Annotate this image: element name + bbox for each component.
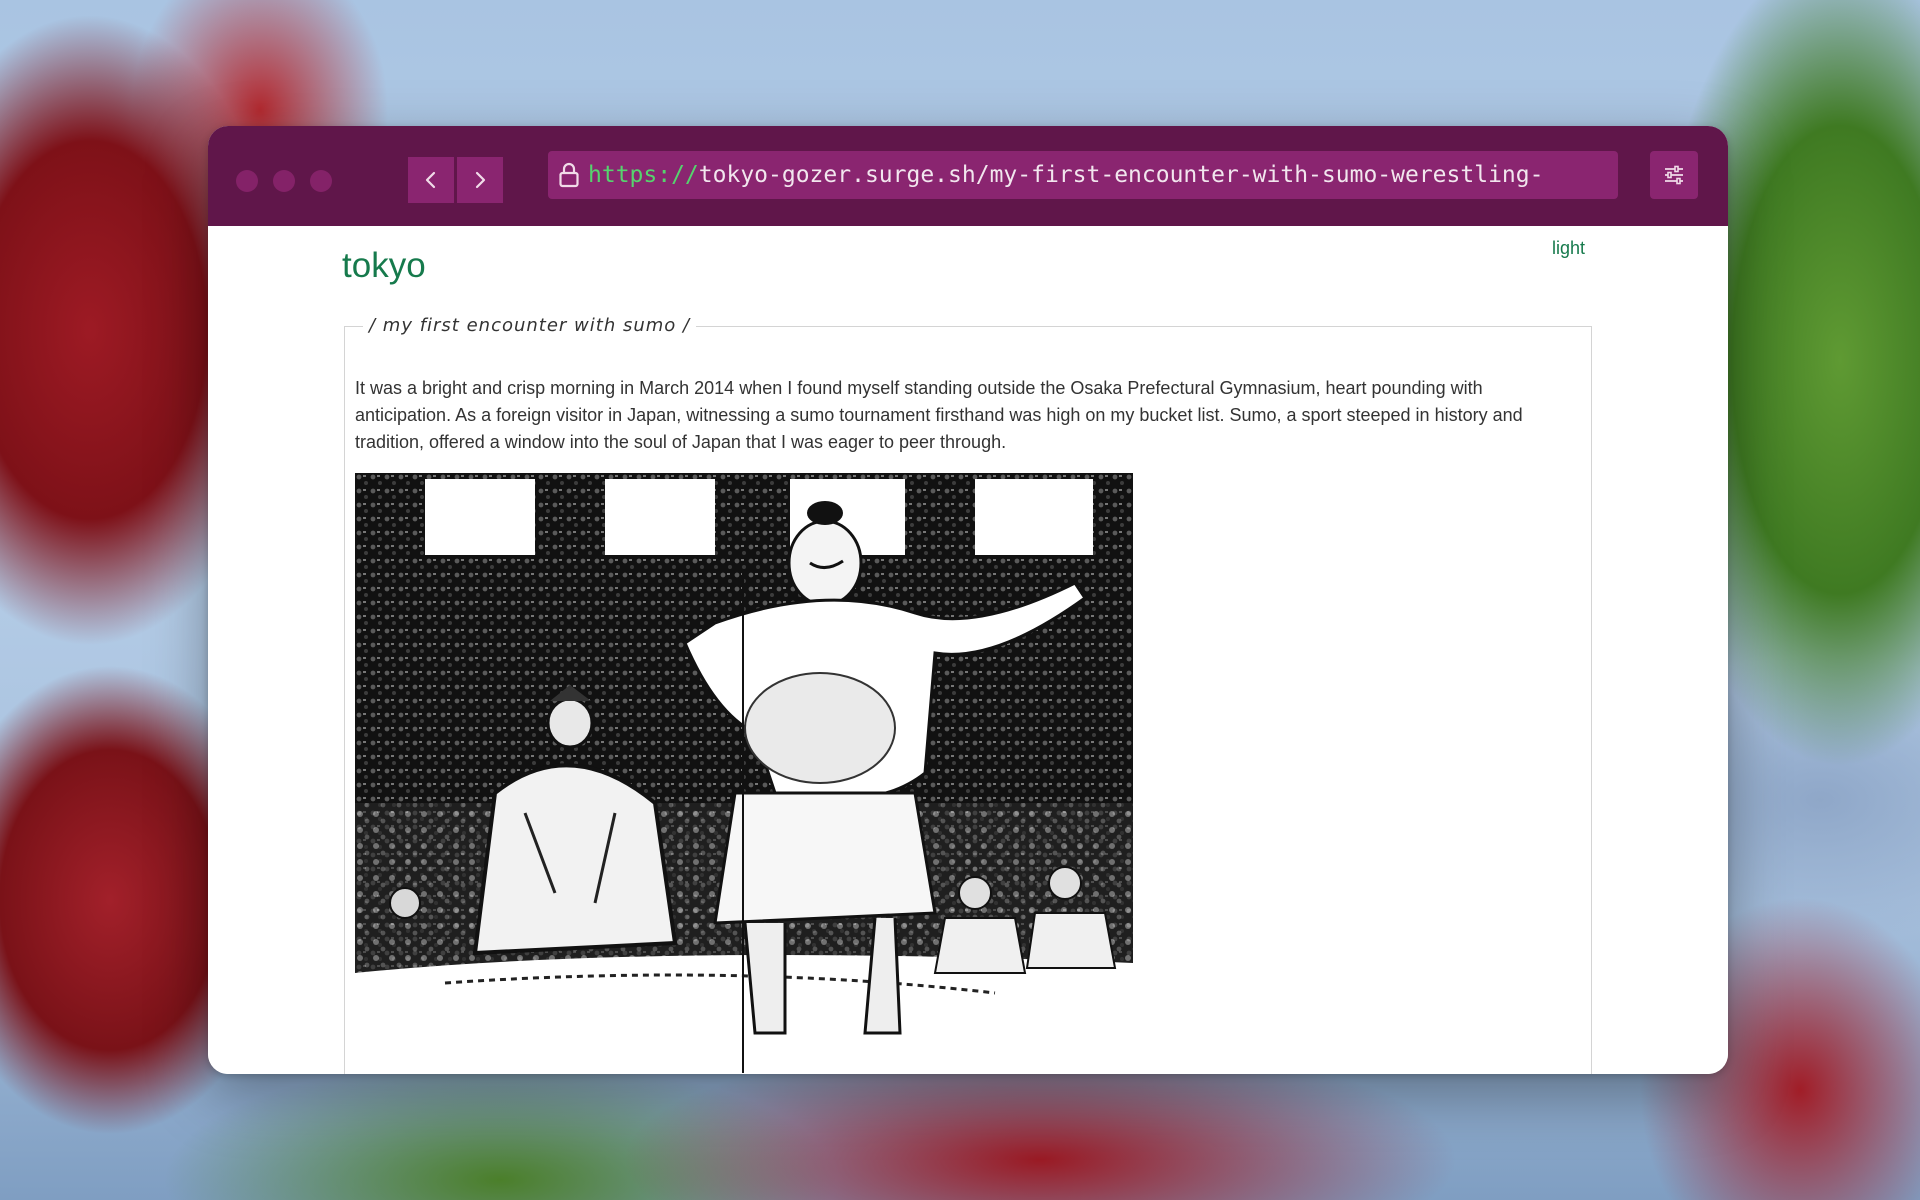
theme-toggle-link[interactable]: light — [1552, 238, 1585, 259]
article-heading: / my first encounter with sumo / — [363, 315, 697, 336]
sumo-photo — [355, 473, 1133, 1073]
window-maximize-button[interactable] — [310, 170, 332, 192]
window-minimize-button[interactable] — [273, 170, 295, 192]
browser-toolbar: https://tokyo-gozer.surge.sh/my-first-en… — [208, 126, 1728, 226]
url-text: https://tokyo-gozer.surge.sh/my-first-en… — [588, 162, 1543, 188]
page-content: tokyo light / my first encounter with su… — [208, 226, 1728, 1074]
address-bar[interactable]: https://tokyo-gozer.surge.sh/my-first-en… — [548, 151, 1618, 199]
site-title-link[interactable]: tokyo — [342, 246, 426, 286]
url-scheme: https:// — [588, 162, 699, 188]
window-close-button[interactable] — [236, 170, 258, 192]
browser-window: https://tokyo-gozer.surge.sh/my-first-en… — [208, 126, 1728, 1074]
chevron-right-icon — [475, 171, 486, 189]
back-button[interactable] — [408, 157, 454, 203]
chevron-left-icon — [425, 171, 436, 189]
article-paragraph: It was a bright and crisp morning in Mar… — [355, 378, 1523, 452]
url-path: tokyo-gozer.surge.sh/my-first-encounter-… — [698, 162, 1544, 188]
lock-icon — [559, 162, 579, 188]
sliders-icon — [1665, 165, 1683, 185]
article-box: / my first encounter with sumo / It was … — [344, 315, 1592, 1074]
settings-button[interactable] — [1650, 151, 1698, 199]
forward-button[interactable] — [457, 157, 503, 203]
